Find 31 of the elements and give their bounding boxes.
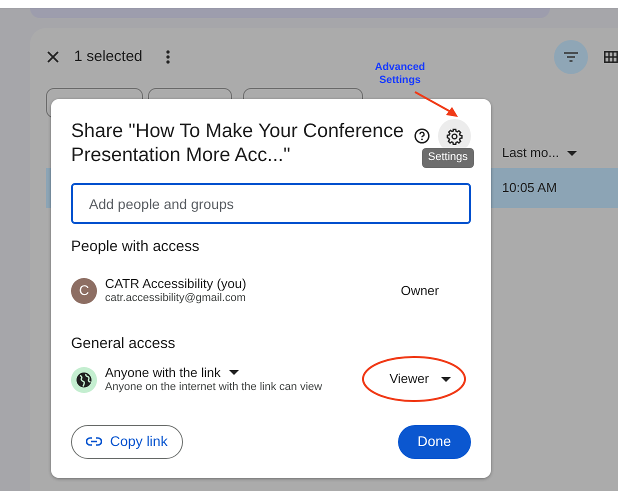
globe-icon — [71, 366, 97, 392]
close-icon[interactable] — [46, 50, 60, 64]
link-icon — [86, 437, 102, 446]
grid-view-icon[interactable] — [604, 51, 618, 63]
person-role: Owner — [400, 282, 439, 299]
caret-icon — [441, 377, 451, 382]
add-people-field[interactable]: Add people and groups — [71, 183, 471, 224]
caret-icon — [567, 150, 578, 156]
caret-icon — [228, 370, 239, 376]
settings-icon — [446, 128, 464, 144]
table-cell-text: 10:05 AM — [502, 179, 557, 198]
filter-button[interactable] — [554, 40, 588, 74]
section-heading: General access — [71, 334, 176, 354]
access-scope-dropdown[interactable]: Anyone with the link — [105, 364, 239, 381]
annotation-label: Advanced Settings — [374, 61, 426, 87]
done-button[interactable]: Done — [398, 424, 471, 458]
section-heading: People with access — [71, 238, 200, 257]
filter-icon — [564, 52, 578, 62]
copy-link-button[interactable]: Copy link — [71, 424, 183, 458]
dialog-title: Share "How To Make Your Conference Presentation More Acc..." — [71, 119, 405, 167]
person-name: CATR Accessibility (you) — [105, 276, 246, 292]
role-dropdown[interactable]: Viewer — [389, 371, 471, 388]
annotation-arrow — [414, 91, 458, 117]
person-email: catr.accessibility@gmail.com — [105, 292, 246, 306]
selection-count: 1 selected — [74, 46, 142, 67]
help-icon — [414, 128, 430, 144]
access-description: Anyone on the internet with the link can view — [105, 380, 322, 394]
tooltip: Settings — [422, 148, 474, 168]
column-header[interactable]: Last mo... — [502, 143, 578, 163]
more-icon[interactable] — [166, 50, 170, 64]
avatar: C — [71, 278, 97, 304]
